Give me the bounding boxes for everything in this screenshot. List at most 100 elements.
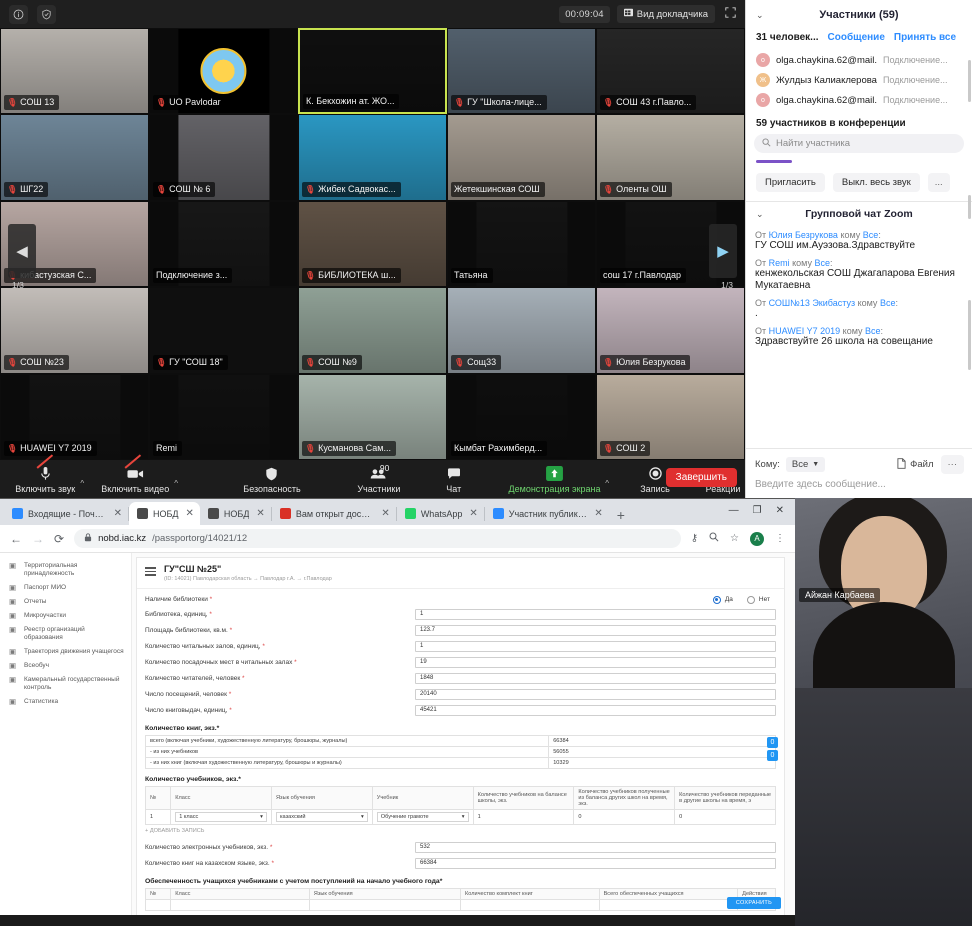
chat-chevron-down-icon[interactable]: ⌄ bbox=[756, 209, 764, 220]
close-icon[interactable]: ✕ bbox=[776, 505, 784, 516]
invite-button[interactable]: Пригласить bbox=[756, 173, 825, 192]
arrow-forward-icon[interactable]: → bbox=[32, 532, 44, 546]
video-tile[interactable]: 🎙 Кусманова Сам... bbox=[298, 373, 447, 460]
field-input[interactable]: 1848 bbox=[415, 672, 776, 684]
sidebar-item[interactable]: ▣ Паспорт МИО bbox=[0, 581, 131, 595]
radio-option[interactable]: Нет bbox=[746, 595, 770, 604]
radio-option[interactable]: Да bbox=[712, 595, 733, 604]
password-key-icon[interactable]: ⚷ bbox=[691, 533, 698, 544]
waiting-participant-item[interactable]: o olga.chaykina.62@mail. Подключение... bbox=[746, 90, 972, 110]
books-side-button-2[interactable]: 0 bbox=[767, 750, 778, 761]
arrow-right-icon[interactable]: ▶ bbox=[709, 224, 737, 278]
close-tab-icon[interactable]: ✕ bbox=[256, 508, 264, 519]
video-tile[interactable]: 🎙 БИБЛИОТЕКА ш... bbox=[298, 200, 447, 288]
field-input[interactable]: 1 bbox=[415, 640, 776, 652]
browser-tab[interactable]: Вам открыт доступ дл ✕ bbox=[272, 502, 396, 525]
audio-options-chevron-up-icon[interactable]: ^ bbox=[80, 479, 84, 488]
books-row-value[interactable]: 56055 bbox=[548, 746, 776, 758]
table-cell[interactable]: Обучение грамоте ▾ bbox=[371, 809, 474, 825]
chat-to-select[interactable]: Все ▼ bbox=[785, 457, 826, 472]
address-bar[interactable]: nobd.iac.kz/passportorg/14021/12 bbox=[74, 529, 681, 548]
books-row-value[interactable]: 66384 bbox=[548, 735, 776, 747]
kebab-menu-icon[interactable]: ⋮ bbox=[775, 533, 785, 544]
more-actions-ellipsis-icon[interactable]: ... bbox=[927, 173, 950, 192]
browser-tab[interactable]: НОБД ✕ bbox=[200, 502, 271, 525]
video-tile[interactable]: 🎙 Оленты ОШ bbox=[596, 114, 745, 201]
browser-tab[interactable]: Входящие - Почта Ma ✕ bbox=[4, 502, 128, 525]
field-input[interactable]: 1 bbox=[415, 608, 776, 620]
field-input[interactable]: 123.7 bbox=[415, 624, 776, 636]
video-tile[interactable]: К. Бекхожин ат. ЖО... bbox=[298, 28, 447, 115]
video-tile[interactable]: Remi bbox=[149, 373, 298, 460]
reload-icon[interactable]: ⟳ bbox=[54, 532, 64, 546]
security-button[interactable]: Безопасность bbox=[240, 460, 304, 498]
field-input[interactable]: 19 bbox=[415, 656, 776, 668]
sidebar-item[interactable]: ▣ Реестр организаций образования bbox=[0, 623, 131, 645]
field-input[interactable]: 66384 bbox=[415, 857, 776, 869]
share-options-chevron-up-icon[interactable]: ^ bbox=[605, 479, 609, 488]
chat-more-ellipsis-icon[interactable]: ··· bbox=[940, 455, 964, 474]
self-video-tile[interactable]: Айжан Карбаева bbox=[795, 498, 972, 926]
hamburger-icon[interactable] bbox=[145, 567, 156, 576]
waiting-participant-item[interactable]: Ж Жулдыз Калиаклерова Подключение... bbox=[746, 70, 972, 90]
close-tab-icon[interactable]: ✕ bbox=[594, 508, 602, 519]
close-tab-icon[interactable]: ✕ bbox=[381, 508, 389, 519]
close-tab-icon[interactable]: ✕ bbox=[114, 508, 122, 519]
browser-tab[interactable]: WhatsApp ✕ bbox=[397, 502, 484, 525]
video-tile[interactable]: Татьяна bbox=[447, 200, 596, 288]
table-cell[interactable]: 1 класс ▾ bbox=[170, 809, 272, 825]
start-video-button[interactable]: Включить видео bbox=[98, 460, 172, 498]
video-tile[interactable]: 🎙 Сощ33 bbox=[447, 287, 596, 374]
info-icon[interactable] bbox=[9, 4, 28, 24]
video-tile[interactable]: 🎙 СОШ 13 bbox=[0, 28, 149, 115]
sidebar-item[interactable]: ▣ Всеобуч bbox=[0, 659, 131, 673]
sidebar-item[interactable]: ▣ Территориальная принадлежность bbox=[0, 559, 131, 581]
video-tile[interactable]: 🎙 ГУ "СОШ 18" bbox=[149, 287, 298, 374]
sidebar-item[interactable]: ▣ Траектория движения учащегося bbox=[0, 645, 131, 659]
participants-list-scrollbar[interactable] bbox=[968, 195, 971, 219]
minimize-icon[interactable]: — bbox=[729, 505, 739, 516]
video-tile[interactable]: 🎙 СОШ №9 bbox=[298, 287, 447, 374]
arrow-left-icon[interactable]: ◀ bbox=[8, 224, 36, 278]
browser-tab[interactable]: НОБД ✕ bbox=[129, 502, 200, 525]
video-tile[interactable]: 🎙 СОШ 2 bbox=[596, 373, 745, 460]
table-cell[interactable]: 1 bbox=[472, 809, 575, 825]
encryption-shield-icon[interactable] bbox=[37, 4, 56, 24]
search-participant-input[interactable]: Найти участника bbox=[754, 134, 964, 153]
unmute-button[interactable]: Включить звук bbox=[12, 460, 78, 498]
books-row-value[interactable]: 10329 bbox=[548, 757, 776, 769]
video-tile[interactable]: 🎙 HUAWEI Y7 2019 bbox=[0, 373, 149, 460]
sidebar-item[interactable]: ▣ Статистика bbox=[0, 695, 131, 709]
arrow-back-icon[interactable]: ← bbox=[10, 532, 22, 546]
table-cell[interactable]: 0 bbox=[573, 809, 676, 825]
video-options-chevron-up-icon[interactable]: ^ bbox=[174, 479, 178, 488]
sidebar-item[interactable]: ▣ Камеральный государственный контроль bbox=[0, 673, 131, 695]
video-tile[interactable]: 🎙 Жибек Садвокас... bbox=[298, 114, 447, 201]
profile-avatar[interactable]: A bbox=[750, 531, 764, 546]
video-tile[interactable]: 🎙 ГУ "Школа-лице... bbox=[447, 28, 596, 115]
select-cell[interactable]: 1 класс ▾ bbox=[175, 812, 267, 822]
video-tile[interactable]: Подключение з... bbox=[149, 200, 298, 288]
sidebar-item[interactable]: ▣ Отчеты bbox=[0, 595, 131, 609]
video-tile[interactable]: 🎙 UO Pavlodar bbox=[149, 28, 298, 115]
save-button[interactable]: СОХРАНИТЬ bbox=[726, 897, 781, 909]
video-tile[interactable]: 🎙 ШГ22 bbox=[0, 114, 149, 201]
close-tab-icon[interactable]: ✕ bbox=[186, 508, 194, 519]
mute-all-button[interactable]: Выкл. весь звук bbox=[832, 173, 920, 192]
chat-input[interactable]: Введите здесь сообщение... bbox=[746, 477, 972, 498]
table-cell[interactable]: казахский ▾ bbox=[270, 809, 373, 825]
participants-button[interactable]: 90 Участники bbox=[354, 460, 404, 498]
table-cell[interactable]: 0 bbox=[674, 809, 776, 825]
close-tab-icon[interactable]: ✕ bbox=[469, 508, 477, 519]
books-side-button-1[interactable]: 0 bbox=[767, 737, 778, 748]
video-tile[interactable]: Кымбат Рахимберд... bbox=[447, 373, 596, 460]
share-screen-button[interactable]: Демонстрация экрана bbox=[506, 460, 603, 498]
waiting-list-scrollbar[interactable] bbox=[968, 60, 971, 102]
end-meeting-button[interactable]: Завершить bbox=[665, 468, 737, 487]
video-tile[interactable]: 🎙 СОШ №23 bbox=[0, 287, 149, 374]
video-tile[interactable]: 🎙 СОШ № 6 bbox=[149, 114, 298, 201]
fullscreen-icon[interactable] bbox=[722, 7, 739, 21]
chat-scrollbar[interactable] bbox=[968, 300, 971, 370]
video-tile[interactable]: 🎙 Юлия Безрукова bbox=[596, 287, 745, 374]
file-button[interactable]: Файл bbox=[897, 457, 934, 472]
